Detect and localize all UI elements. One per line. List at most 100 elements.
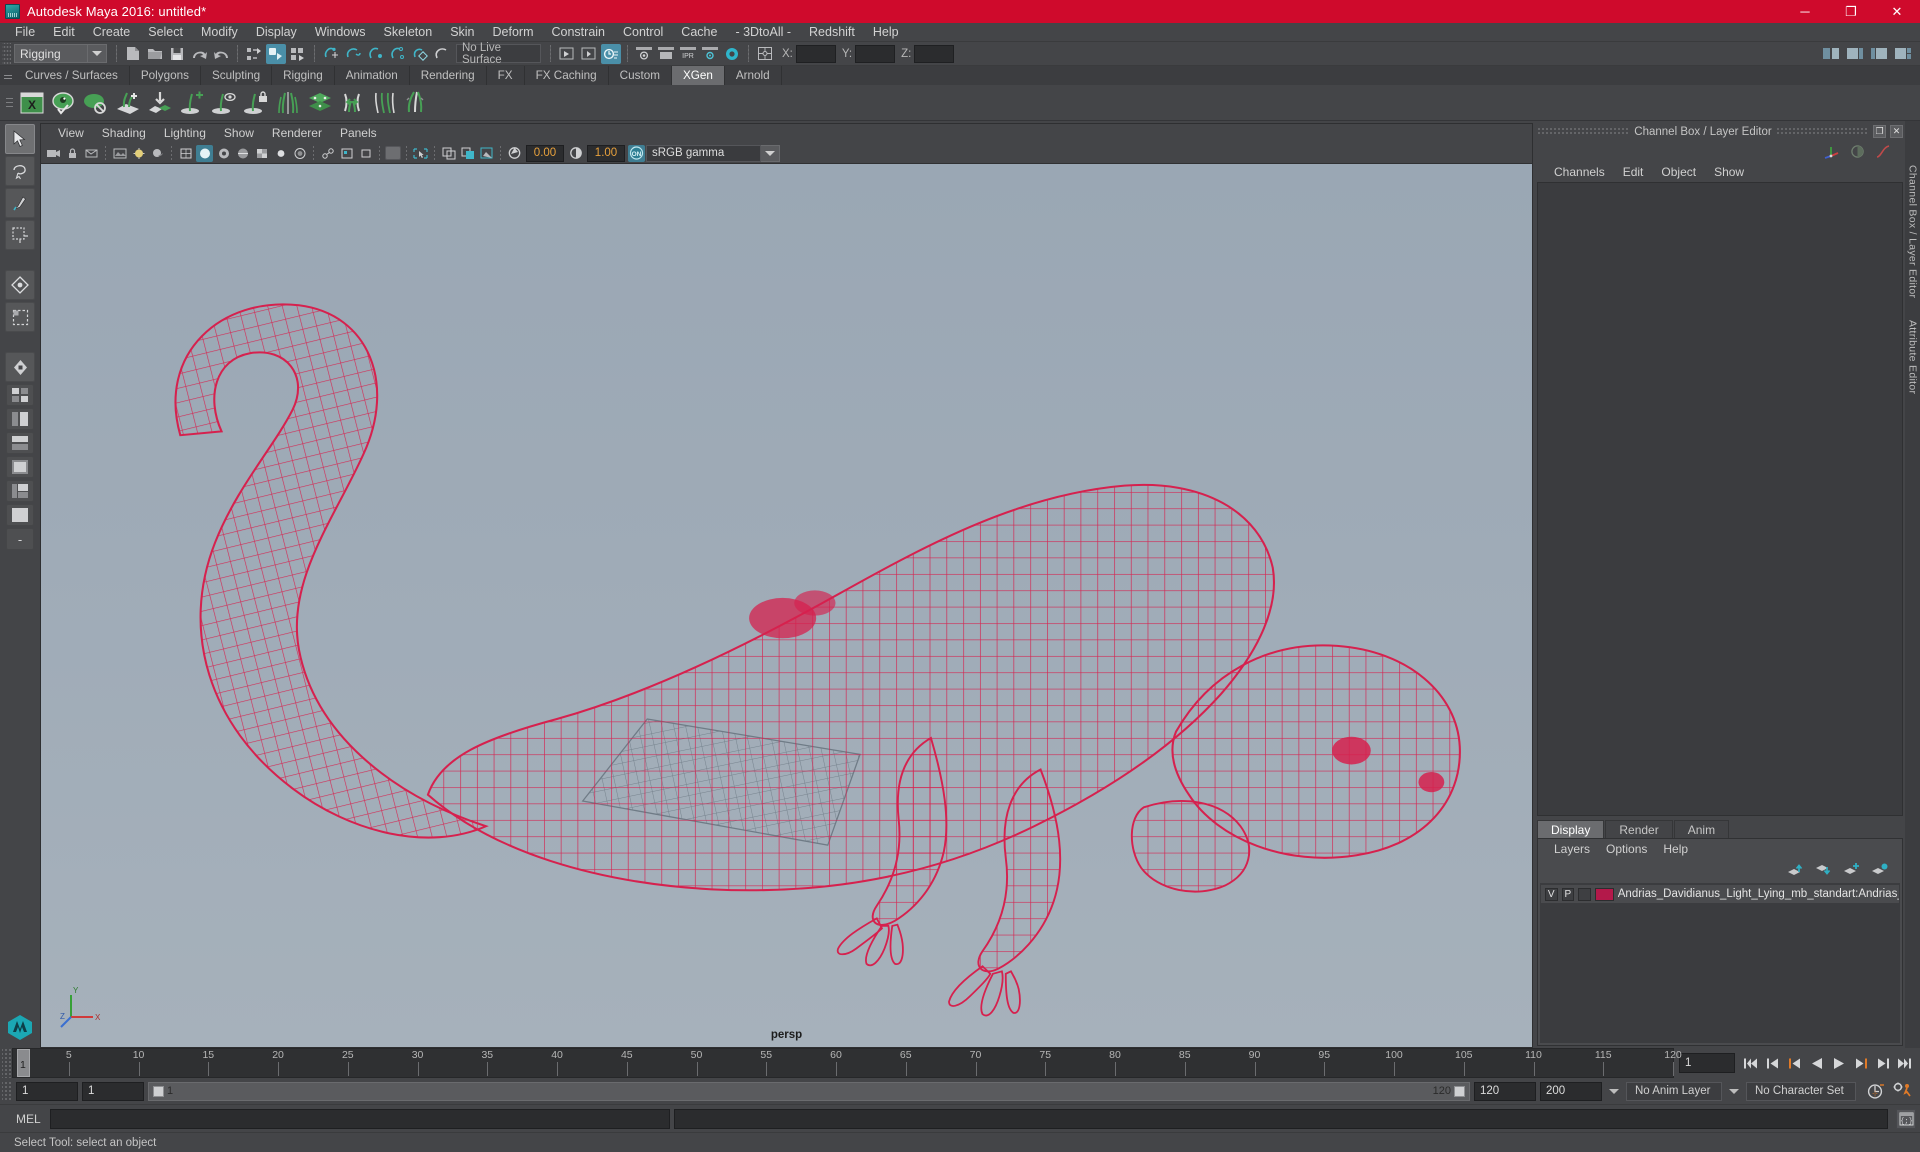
minimize-button[interactable]: ─ — [1782, 0, 1828, 23]
tab-anim[interactable]: Anim — [1673, 820, 1730, 838]
color-profile-selector[interactable]: sRGB gamma — [646, 144, 761, 162]
redo-button[interactable] — [211, 44, 231, 64]
viewport-menu-lighting[interactable]: Lighting — [155, 124, 215, 143]
anim-curve-icon[interactable] — [1875, 144, 1891, 159]
guide-visibility-icon[interactable] — [209, 88, 239, 118]
persp-graph-layout[interactable] — [6, 432, 34, 454]
clump-tool-icon[interactable] — [401, 88, 431, 118]
exposure-reset-icon[interactable] — [357, 145, 374, 162]
open-scene-button[interactable] — [145, 44, 165, 64]
shelf-tab-animation[interactable]: Animation — [334, 66, 410, 85]
menu-cache[interactable]: Cache — [672, 23, 726, 42]
rotate-tool[interactable] — [5, 270, 35, 300]
snap-to-grid-button[interactable] — [321, 44, 341, 64]
menu-control[interactable]: Control — [614, 23, 672, 42]
panel-drag-handle-left[interactable] — [1537, 127, 1631, 136]
anim-layer-chevron-icon[interactable] — [1729, 1088, 1739, 1094]
open-render-view-button[interactable] — [557, 44, 577, 64]
viewport-menu-renderer[interactable]: Renderer — [263, 124, 331, 143]
shelf-icons-gripper[interactable] — [2, 86, 16, 120]
menu-display[interactable]: Display — [247, 23, 306, 42]
go-to-end-icon[interactable] — [1895, 1054, 1914, 1073]
channel-box-content[interactable] — [1537, 182, 1903, 816]
statusline-gripper[interactable] — [2, 42, 11, 65]
select-by-component-type-button[interactable] — [288, 44, 308, 64]
select-by-hierarchy-button[interactable] — [244, 44, 264, 64]
preview-visible-icon[interactable] — [49, 88, 79, 118]
menu-modify[interactable]: Modify — [192, 23, 247, 42]
render-settings-button[interactable] — [722, 44, 742, 64]
range-end-time-field[interactable]: 120 — [1474, 1081, 1536, 1101]
color-profile-dropdown-arrow[interactable] — [761, 144, 780, 162]
grid-toggle-icon[interactable] — [440, 145, 457, 162]
playback-options-chevron-icon[interactable] — [1609, 1088, 1619, 1094]
lasso-select-tool[interactable] — [5, 156, 35, 186]
anim-layer-selector[interactable]: No Anim Layer — [1626, 1081, 1722, 1101]
shelf-tab-custom[interactable]: Custom — [608, 66, 672, 85]
animation-preferences-icon[interactable] — [1890, 1081, 1914, 1101]
channel-box-menu-edit[interactable]: Edit — [1614, 162, 1653, 182]
layer-visibility-toggle[interactable]: V — [1545, 887, 1558, 901]
range-slider-bar[interactable]: 1 120 — [148, 1081, 1470, 1101]
viewport-menu-show[interactable]: Show — [215, 124, 263, 143]
auto-keyframe-icon[interactable]: -|- — [1864, 1081, 1886, 1101]
select-camera-icon[interactable] — [45, 145, 62, 162]
menu-skeleton[interactable]: Skeleton — [375, 23, 442, 42]
menu-set-dropdown-arrow[interactable] — [88, 44, 107, 63]
viewport-menu-panels[interactable]: Panels — [331, 124, 386, 143]
exposure-icon[interactable] — [506, 145, 523, 162]
shelf-tab-fx-caching[interactable]: FX Caching — [524, 66, 609, 85]
panel-close-button[interactable]: ✕ — [1890, 125, 1904, 138]
range-end-handle[interactable] — [1454, 1085, 1465, 1097]
ipr-render-button[interactable] — [601, 43, 621, 64]
menu-edit[interactable]: Edit — [44, 23, 84, 42]
range-slider-gripper[interactable] — [2, 1081, 12, 1101]
image-plane-icon[interactable] — [111, 145, 128, 162]
menu-file[interactable]: File — [6, 23, 44, 42]
shelf-tab-fx[interactable]: FX — [486, 66, 525, 85]
two-sided-lighting-icon[interactable] — [130, 145, 147, 162]
layers-icon[interactable] — [305, 88, 335, 118]
redshift-render-view-icon[interactable] — [634, 44, 654, 64]
save-scene-button[interactable] — [167, 44, 187, 64]
menu-constrain[interactable]: Constrain — [543, 23, 615, 42]
preview-hidden-icon[interactable] — [81, 88, 111, 118]
shelf-tab-rendering[interactable]: Rendering — [409, 66, 487, 85]
snap-to-view-plane-button[interactable] — [409, 44, 429, 64]
step-back-frame-icon[interactable] — [1785, 1054, 1804, 1073]
snap-to-curve-button[interactable] — [343, 44, 363, 64]
panel-drag-handle-right[interactable] — [1775, 127, 1870, 136]
single-perspective-layout[interactable] — [5, 352, 35, 382]
anim-start-time-field[interactable]: 1 — [16, 1081, 78, 1101]
dock-tab-channel-box[interactable]: Channel Box / Layer Editor — [1907, 161, 1919, 302]
command-input-field[interactable] — [50, 1108, 670, 1129]
snap-to-projected-center-button[interactable] — [387, 44, 407, 64]
move-tool[interactable] — [5, 220, 35, 250]
redshift-ipr-icon[interactable]: IPR — [678, 44, 698, 64]
close-button[interactable]: ✕ — [1874, 0, 1920, 23]
use-all-lights-icon[interactable] — [272, 145, 289, 162]
grooming-tool-icon[interactable] — [337, 88, 367, 118]
menu-select[interactable]: Select — [139, 23, 192, 42]
range-start-time-field[interactable]: 1 — [82, 1081, 144, 1101]
menu-windows[interactable]: Windows — [306, 23, 375, 42]
film-gate-icon[interactable] — [459, 145, 476, 162]
toggle-input-fields-button[interactable] — [755, 44, 775, 64]
camera-attributes-icon[interactable] — [83, 145, 100, 162]
tab-render[interactable]: Render — [1605, 820, 1673, 838]
new-layer-from-selected-icon[interactable] — [1871, 863, 1888, 877]
xgen-editor-icon[interactable]: X — [17, 88, 47, 118]
mirror-guides-icon[interactable] — [273, 88, 303, 118]
shelf-gripper[interactable] — [2, 66, 14, 85]
redshift-settings-icon[interactable] — [700, 44, 720, 64]
move-layer-up-icon[interactable] — [1787, 863, 1804, 877]
panel-undock-button[interactable]: ❐ — [1873, 125, 1887, 138]
current-frame-field[interactable]: 1 — [1679, 1053, 1735, 1073]
persp-layout[interactable] — [6, 504, 34, 526]
import-collection-icon[interactable] — [145, 88, 175, 118]
channel-box-menu-object[interactable]: Object — [1652, 162, 1705, 182]
display-textures-toggle[interactable] — [385, 146, 401, 160]
menu-3dtoall[interactable]: - 3DtoAll - — [726, 23, 800, 42]
layer-list[interactable]: V P Andrias_Davidianus_Light_Lying_mb_st… — [1540, 883, 1900, 1043]
tab-display[interactable]: Display — [1537, 820, 1605, 838]
